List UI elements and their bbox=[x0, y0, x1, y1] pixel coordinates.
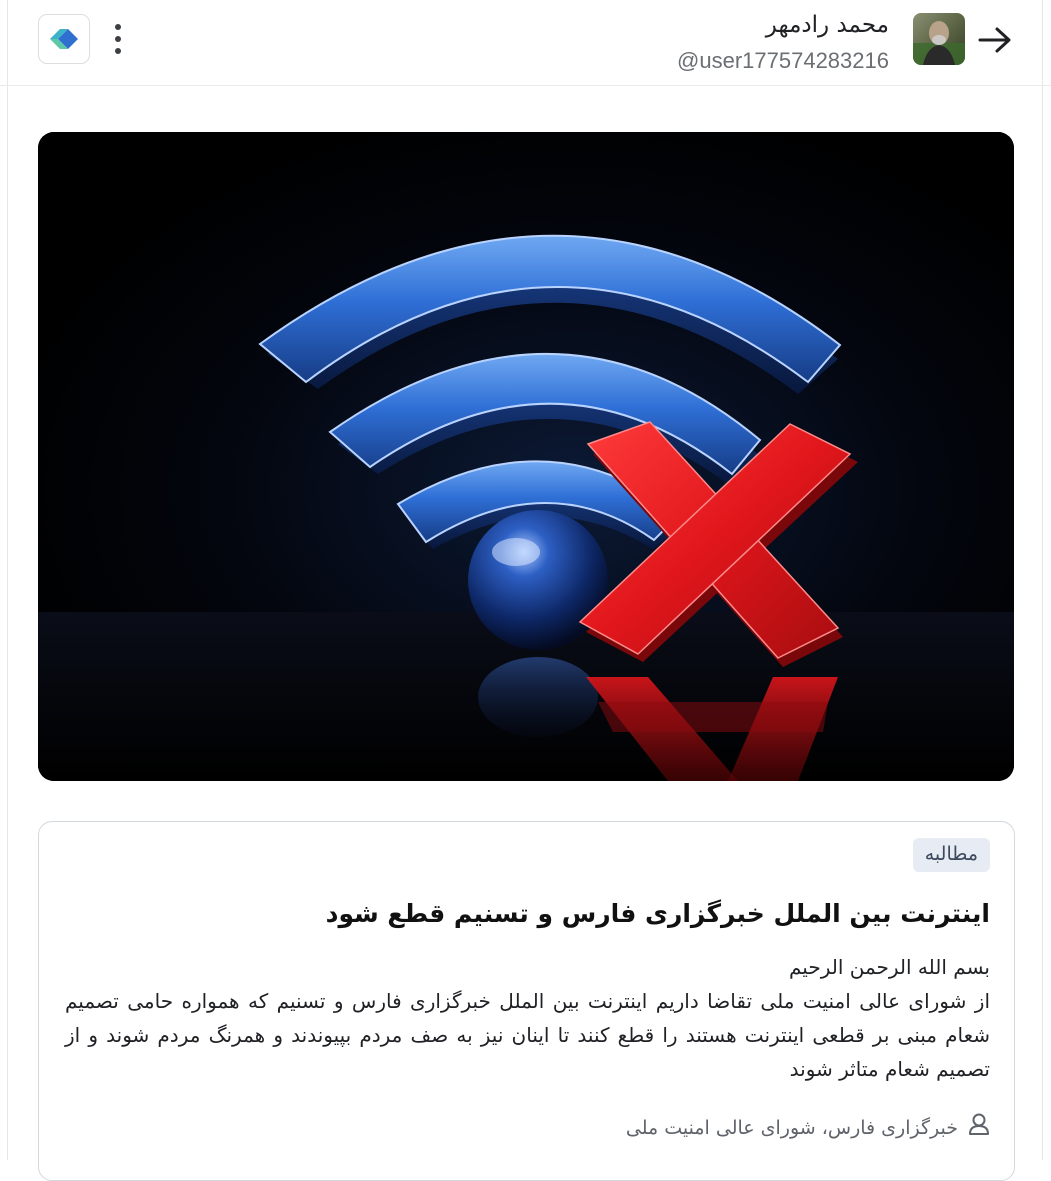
post-source: خبرگزاری فارس، شورای عالی امنیت ملی bbox=[626, 1112, 990, 1144]
post-title: اینترنت بین الملل خبرگزاری فارس و تسنیم … bbox=[325, 899, 990, 928]
wifi-disconnected-icon bbox=[38, 132, 1014, 781]
post-body: بسم الله الرحمن الرحیم از شورای عالی امن… bbox=[65, 950, 990, 1086]
user-name: محمد رادمهر bbox=[765, 12, 889, 38]
post-card[interactable]: مطالبه اینترنت بین الملل خبرگزاری فارس و… bbox=[38, 821, 1015, 1181]
more-vertical-icon[interactable] bbox=[108, 22, 128, 56]
app-logo-icon[interactable] bbox=[38, 14, 90, 64]
wifi-disconnected-image bbox=[38, 132, 1014, 781]
header: محمد رادمهر @user177574283216 bbox=[0, 0, 1051, 86]
source-text: خبرگزاری فارس، شورای عالی امنیت ملی bbox=[625, 1117, 958, 1139]
user-info[interactable]: محمد رادمهر @user177574283216 bbox=[677, 10, 889, 76]
post-greeting: بسم الله الرحمن الرحیم bbox=[788, 955, 990, 979]
arrow-right-icon[interactable] bbox=[977, 22, 1013, 58]
avatar[interactable] bbox=[913, 13, 965, 65]
post-text: از شورای عالی امنیت ملی تقاضا داریم اینت… bbox=[65, 989, 990, 1081]
category-badge: مطالبه bbox=[912, 838, 990, 872]
user-handle: @user177574283216 bbox=[677, 48, 889, 73]
person-icon bbox=[968, 1112, 990, 1144]
